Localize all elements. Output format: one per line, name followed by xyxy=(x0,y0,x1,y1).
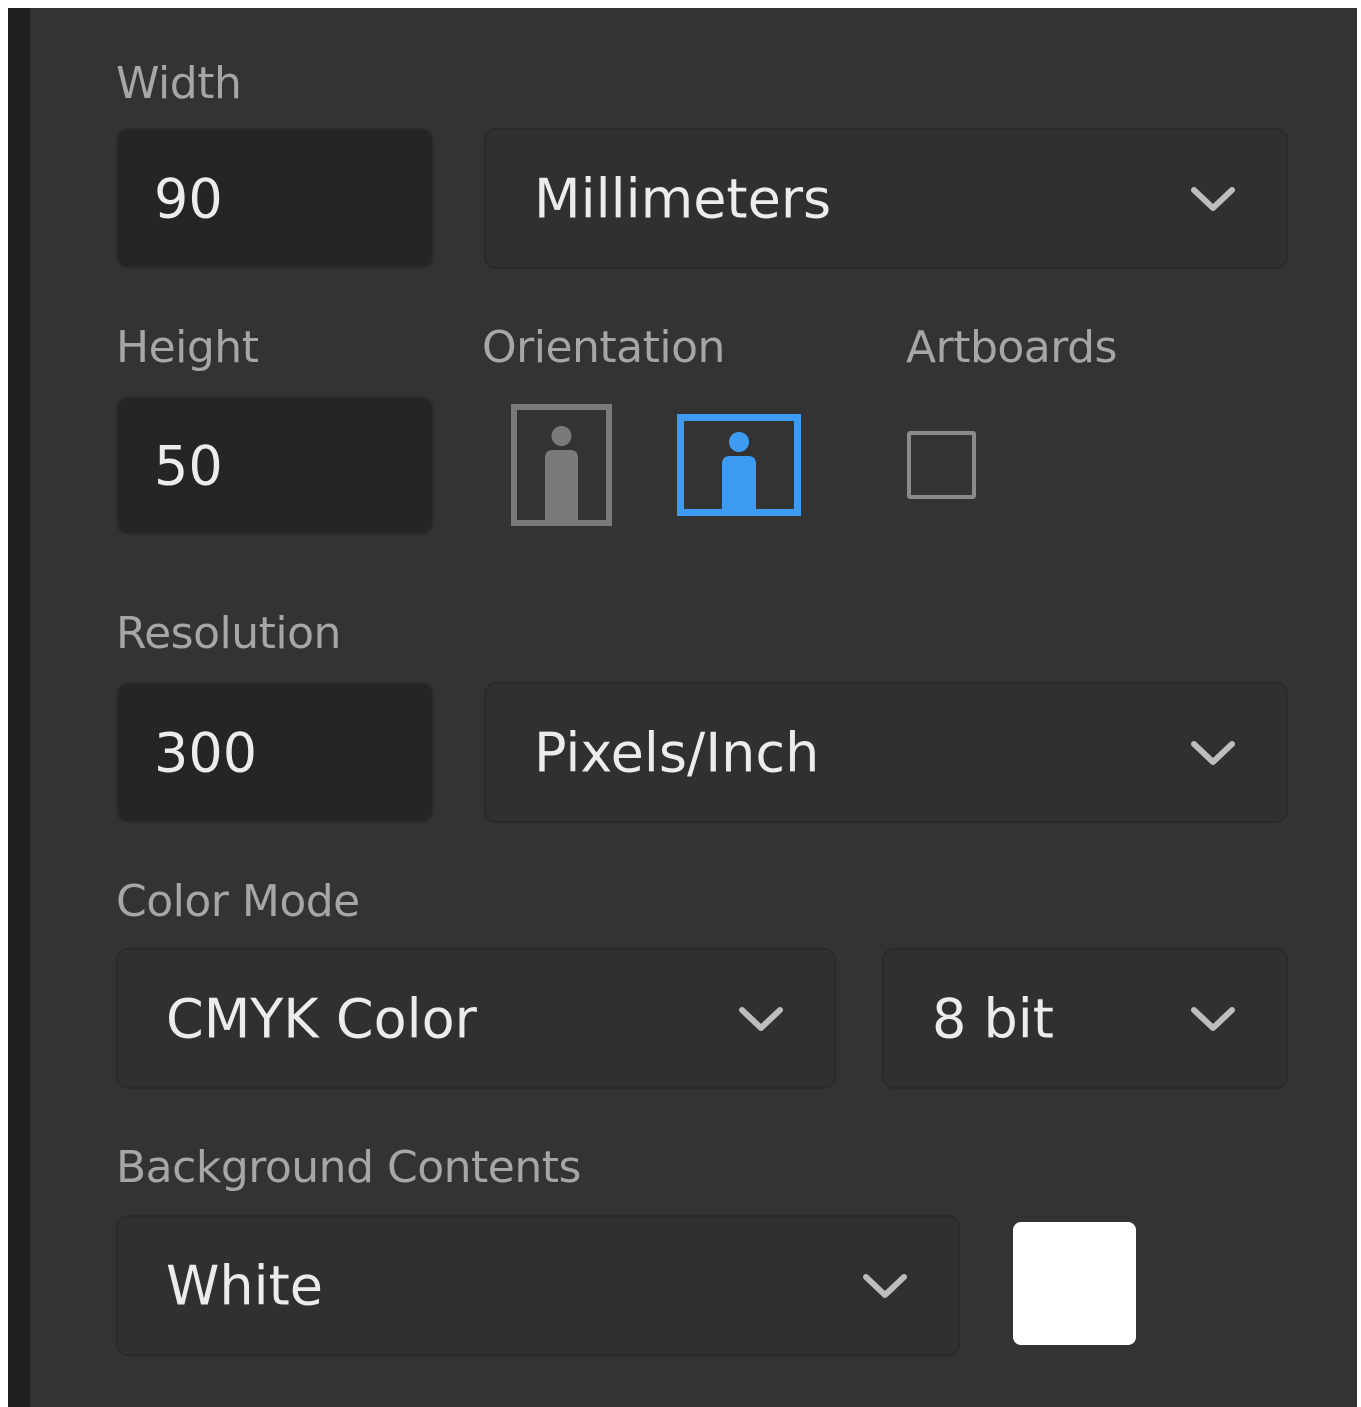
width-input[interactable]: 90 xyxy=(116,128,434,269)
chevron-down-icon xyxy=(1191,186,1235,211)
resolution-unit-value: Pixels/Inch xyxy=(534,721,820,784)
landscape-orientation-icon xyxy=(677,414,801,516)
width-unit-value: Millimeters xyxy=(534,167,832,230)
width-value: 90 xyxy=(154,167,223,230)
panel-edge xyxy=(8,8,30,1407)
chevron-down-icon xyxy=(1191,1006,1235,1031)
artboards-checkbox[interactable] xyxy=(907,431,976,499)
background-color-swatch[interactable] xyxy=(1013,1222,1136,1345)
resolution-unit-select[interactable]: Pixels/Inch xyxy=(484,682,1288,823)
artboards-label: Artboards xyxy=(906,322,1117,373)
color-mode-value: CMYK Color xyxy=(166,987,477,1050)
color-mode-select[interactable]: CMYK Color xyxy=(116,948,836,1089)
resolution-label: Resolution xyxy=(116,608,341,659)
chevron-down-icon xyxy=(739,1006,783,1031)
color-mode-label: Color Mode xyxy=(116,876,360,927)
background-contents-select[interactable]: White xyxy=(116,1215,960,1356)
bit-depth-value: 8 bit xyxy=(932,987,1054,1050)
orientation-label: Orientation xyxy=(482,322,725,373)
chevron-down-icon xyxy=(1191,740,1235,765)
new-document-preset-panel: Width 90 Millimeters Height Orientation … xyxy=(8,8,1357,1407)
background-contents-label: Background Contents xyxy=(116,1142,581,1193)
chevron-down-icon xyxy=(863,1273,907,1298)
resolution-value: 300 xyxy=(154,721,258,784)
height-value: 50 xyxy=(154,434,223,497)
landscape-orientation-button[interactable] xyxy=(677,414,801,516)
screenshot-frame: Width 90 Millimeters Height Orientation … xyxy=(0,0,1361,1407)
background-contents-value: White xyxy=(166,1254,324,1317)
width-unit-select[interactable]: Millimeters xyxy=(484,128,1288,269)
width-label: Width xyxy=(116,58,242,109)
resolution-input[interactable]: 300 xyxy=(116,682,434,823)
bit-depth-select[interactable]: 8 bit xyxy=(882,948,1288,1089)
portrait-orientation-icon xyxy=(511,404,612,526)
height-label: Height xyxy=(116,322,259,373)
height-input[interactable]: 50 xyxy=(116,396,434,535)
portrait-orientation-button[interactable] xyxy=(511,404,612,526)
